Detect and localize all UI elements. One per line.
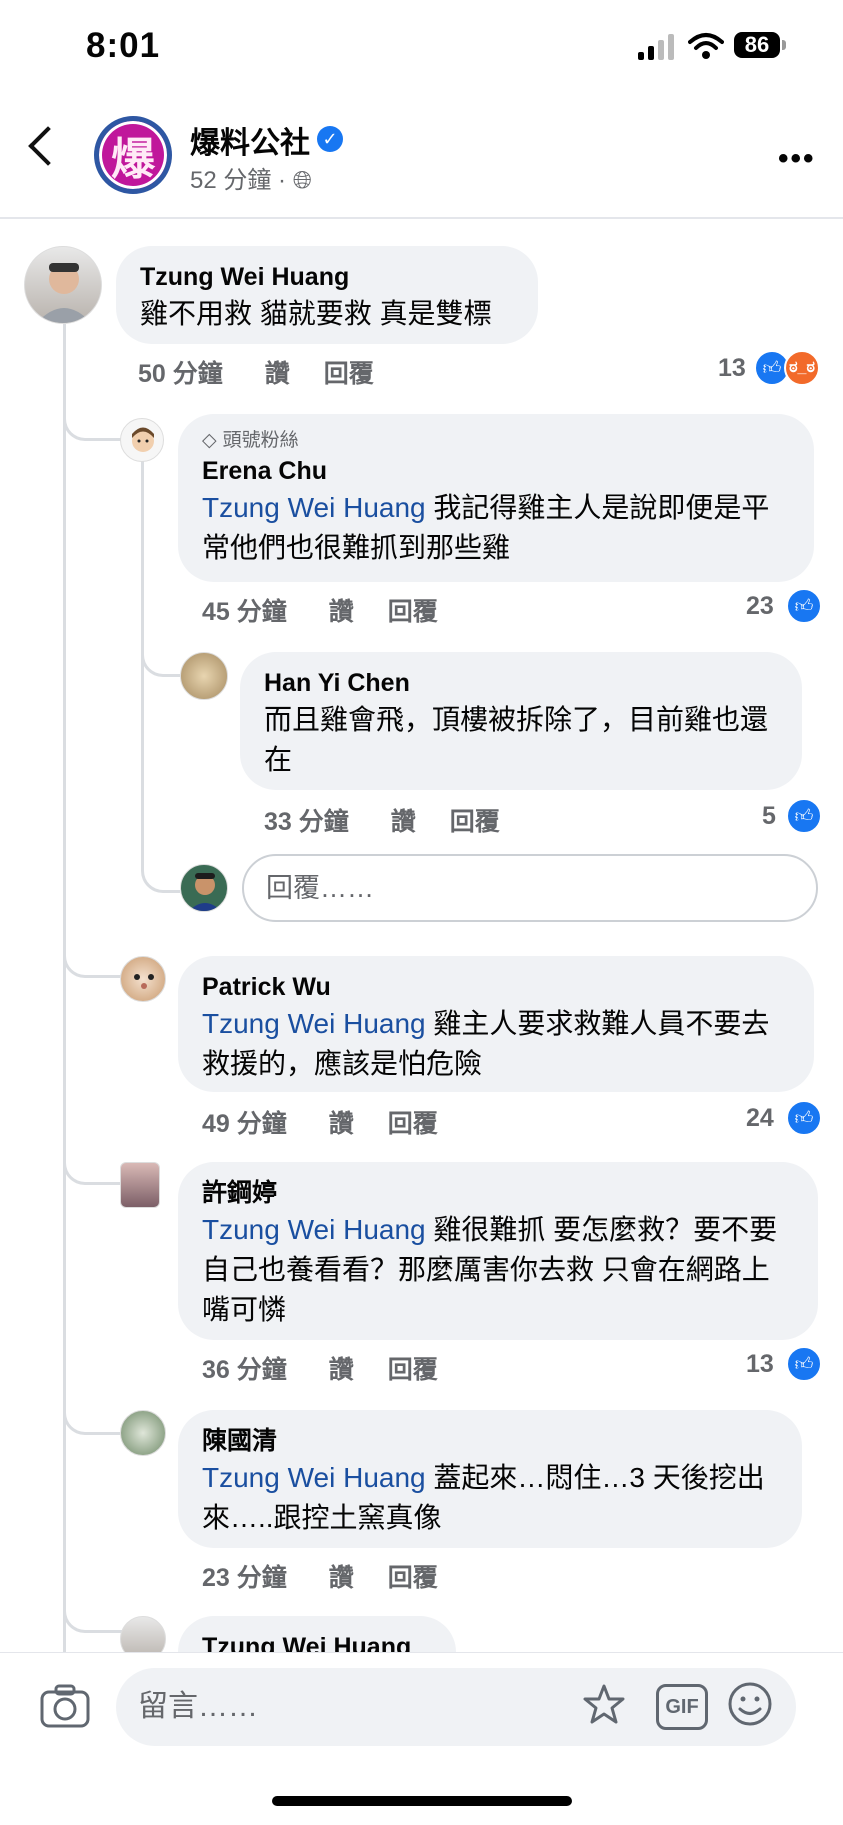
comment-time[interactable]: 49 分鐘 <box>202 1104 287 1140</box>
thread-connector <box>63 1390 122 1435</box>
comment-text: Tzung Wei Huang 蓋起來…悶住…3 天後挖出來…..跟控土窯真像 <box>202 1462 765 1533</box>
avatar[interactable] <box>120 1410 166 1456</box>
reply-button[interactable]: 回覆 <box>450 802 500 838</box>
angry-reaction-icon: ಠ_ಠ <box>784 350 820 386</box>
mention-link[interactable]: Tzung Wei Huang <box>202 1462 426 1493</box>
reply-button[interactable]: 回覆 <box>388 1558 438 1594</box>
comment-actions: 23 分鐘 讚 回覆 <box>202 1558 438 1594</box>
comment-text: 而且雞會飛，頂樓被拆除了，目前雞也還在 <box>264 704 769 775</box>
avatar[interactable] <box>180 652 228 700</box>
reaction-count[interactable]: 13 <box>718 354 746 383</box>
thread-connector <box>141 850 180 893</box>
like-button[interactable]: 讚 <box>329 592 354 628</box>
reply-button[interactable]: 回覆 <box>388 1104 438 1140</box>
diamond-icon: ◇ <box>202 430 217 451</box>
post-meta: 52 分鐘 · 🌐︎ <box>190 167 312 194</box>
gif-button[interactable]: GIF <box>656 1684 708 1730</box>
comment-actions: 33 分鐘 讚 回覆 <box>264 802 500 838</box>
thread-connector <box>141 640 180 677</box>
verified-badge-icon: ✓ <box>317 126 343 152</box>
comment-author[interactable]: 陳國清 <box>202 1424 778 1458</box>
reaction-count[interactable]: 13 <box>746 1350 774 1379</box>
comment-bubble[interactable]: ◇ 頭號粉絲 Erena Chu Tzung Wei Huang 我記得雞主人是說… <box>178 414 814 582</box>
back-chevron-icon[interactable] <box>28 126 68 166</box>
mention-link[interactable]: Tzung Wei Huang <box>202 492 426 523</box>
mention-link[interactable]: Tzung Wei Huang <box>202 1214 426 1245</box>
avatar[interactable] <box>120 418 164 462</box>
page-name[interactable]: 爆料公社 <box>190 118 310 162</box>
home-indicator <box>272 1796 572 1806</box>
comment-author[interactable]: Patrick Wu <box>202 970 790 1004</box>
comment-actions: 36 分鐘 讚 回覆 <box>202 1350 438 1386</box>
emoji-icon[interactable] <box>726 1680 774 1728</box>
comment-time[interactable]: 45 分鐘 <box>202 592 287 628</box>
thread-connector <box>63 935 122 978</box>
more-options-icon[interactable]: ••• <box>778 142 816 176</box>
comment-text: Tzung Wei Huang 雞很難抓 要怎麼救？要不要自己也養看看？那麼厲害… <box>202 1214 778 1325</box>
like-reaction-icon: 👍︎ <box>786 1346 822 1382</box>
avatar[interactable] <box>120 1162 160 1208</box>
comment-author[interactable]: 許鋼婷 <box>202 1176 794 1210</box>
reaction-count[interactable]: 24 <box>746 1104 774 1133</box>
comment-author[interactable]: Erena Chu <box>202 454 790 488</box>
comment-text: 雞不用救 貓就要救 真是雙標 <box>140 298 492 329</box>
reply-button[interactable]: 回覆 <box>388 1350 438 1386</box>
battery-indicator: 86 <box>734 32 780 58</box>
comment-bubble[interactable]: Han Yi Chen 而且雞會飛，頂樓被拆除了，目前雞也還在 <box>240 652 802 790</box>
status-time: 8:01 <box>86 26 161 65</box>
thread-connector <box>63 400 122 441</box>
comment-time[interactable]: 50 分鐘 <box>138 354 223 390</box>
comment-bubble[interactable]: Tzung Wei Huang 雞不用救 貓就要救 真是雙標 <box>116 246 538 344</box>
comment-author[interactable]: Han Yi Chen <box>264 666 778 700</box>
comment-actions: 45 分鐘 讚 回覆 <box>202 592 438 628</box>
comment-actions: 49 分鐘 讚 回覆 <box>202 1104 438 1140</box>
reply-input[interactable]: 回覆…… <box>242 854 818 922</box>
comment-bubble[interactable]: 許鋼婷 Tzung Wei Huang 雞很難抓 要怎麼救？要不要自己也養看看？… <box>178 1162 818 1340</box>
reaction-count[interactable]: 23 <box>746 592 774 621</box>
comment-time[interactable]: 33 分鐘 <box>264 802 349 838</box>
reaction-count[interactable]: 5 <box>762 802 776 831</box>
avatar[interactable] <box>24 246 102 324</box>
header-divider <box>0 217 843 219</box>
thread-connector <box>63 1140 122 1185</box>
wifi-icon <box>688 33 724 59</box>
reply-button[interactable]: 回覆 <box>388 592 438 628</box>
avatar[interactable] <box>120 956 166 1002</box>
comment-actions: 50 分鐘 讚 回覆 <box>138 354 374 390</box>
page-avatar[interactable]: 爆 <box>94 116 172 194</box>
like-reaction-icon: 👍︎ <box>786 588 822 624</box>
comment-bubble[interactable]: Patrick Wu Tzung Wei Huang 雞主人要求救難人員不要去救… <box>178 956 814 1092</box>
top-fan-badge: ◇ 頭號粉絲 <box>202 428 790 454</box>
comment-author[interactable]: Tzung Wei Huang <box>140 260 514 294</box>
mention-link[interactable]: Tzung Wei Huang <box>202 1008 426 1039</box>
like-button[interactable]: 讚 <box>329 1104 354 1140</box>
like-reaction-icon: 👍︎ <box>786 798 822 834</box>
signal-icon <box>638 34 674 60</box>
like-reaction-icon: 👍︎ <box>786 1100 822 1136</box>
comment-text: Tzung Wei Huang 我記得雞主人是說即便是平常他們也很難抓到那些雞 <box>202 492 770 563</box>
comment-bubble[interactable]: 陳國清 Tzung Wei Huang 蓋起來…悶住…3 天後挖出來…..跟控土… <box>178 1410 802 1548</box>
my-avatar <box>180 864 228 912</box>
like-button[interactable]: 讚 <box>265 354 290 390</box>
like-button[interactable]: 讚 <box>329 1558 354 1594</box>
thread-connector <box>63 1590 122 1633</box>
battery-cap <box>782 40 786 50</box>
like-button[interactable]: 讚 <box>329 1350 354 1386</box>
sticker-icon[interactable] <box>582 1682 632 1728</box>
thread-line <box>63 324 66 1654</box>
comment-text: Tzung Wei Huang 雞主人要求救難人員不要去救援的，應該是怕危險 <box>202 1008 770 1079</box>
like-button[interactable]: 讚 <box>391 802 416 838</box>
comment-time[interactable]: 36 分鐘 <box>202 1350 287 1386</box>
globe-icon: 🌐︎ <box>292 167 312 194</box>
comment-time[interactable]: 23 分鐘 <box>202 1558 287 1594</box>
reply-button[interactable]: 回覆 <box>324 354 374 390</box>
camera-icon[interactable] <box>40 1684 90 1728</box>
